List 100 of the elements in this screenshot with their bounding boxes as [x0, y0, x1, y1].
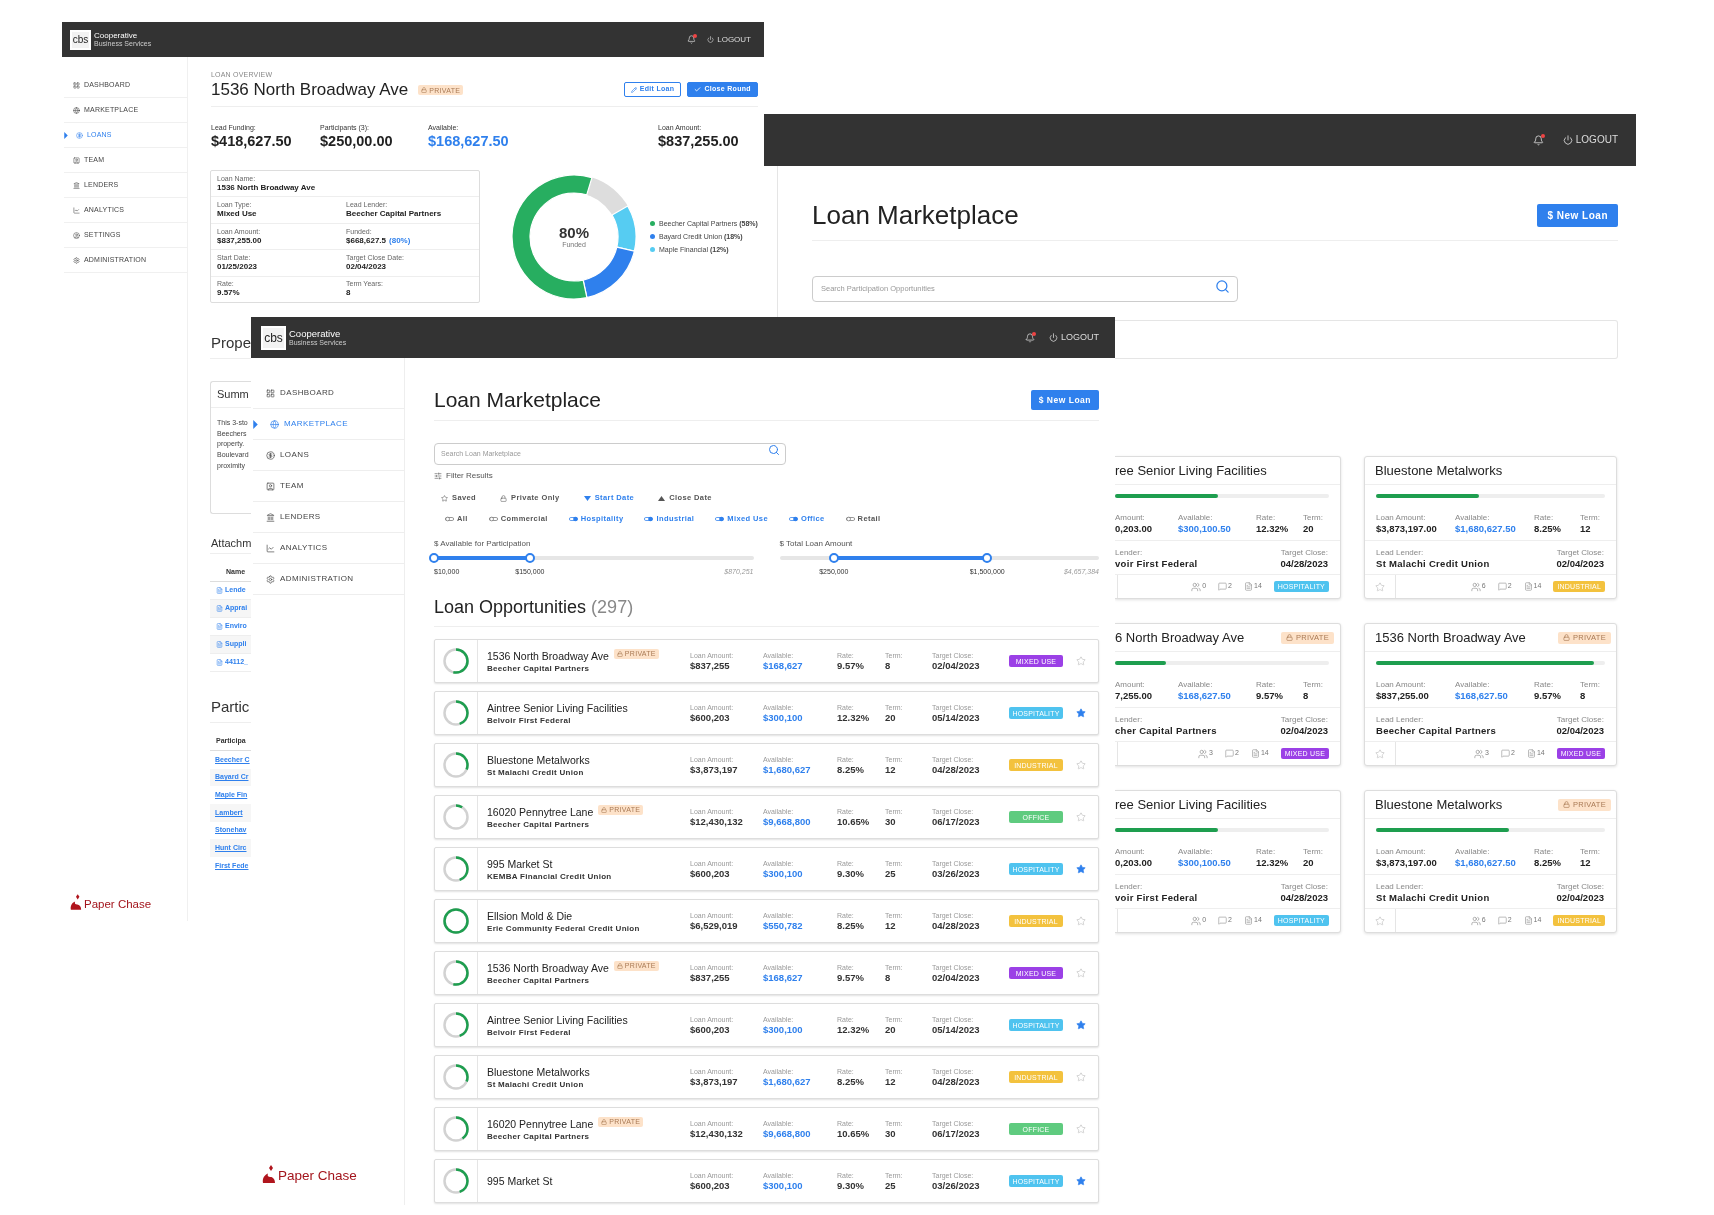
- field-value: 9.30%: [837, 867, 865, 880]
- field-value: $300,100: [763, 1023, 804, 1036]
- star-icon[interactable]: [1075, 1176, 1086, 1186]
- field-value: voir First Federal: [1115, 892, 1198, 904]
- bell-icon[interactable]: [1025, 332, 1035, 343]
- lender-name: Beecher Capital Partners: [487, 974, 591, 986]
- field-label: Term:: [1580, 513, 1601, 523]
- field-label: Loan Amount:: [1376, 513, 1427, 523]
- star-icon[interactable]: [1075, 864, 1086, 874]
- nav-item[interactable]: MARKETPLACE: [266, 418, 348, 430]
- star-icon[interactable]: [1075, 708, 1086, 718]
- field-value: $837,255.00: [1376, 690, 1430, 702]
- power-icon: [1562, 135, 1573, 145]
- toggle-icon[interactable]: [788, 516, 798, 522]
- loan-title: 995 Market St: [487, 856, 553, 871]
- field-value: 12.32%: [837, 711, 871, 724]
- field-label: Loan Amount:: [1376, 680, 1427, 690]
- slider-thumb[interactable]: [524, 553, 535, 563]
- slider-thumb[interactable]: [982, 553, 993, 563]
- field-value: 03/26/2023: [932, 1179, 981, 1192]
- grid-icon: [73, 81, 80, 89]
- nav-item[interactable]: LENDERS: [266, 511, 321, 523]
- field-label: Available:: [1178, 680, 1214, 690]
- nav-item[interactable]: ADMINISTRATION: [266, 573, 354, 585]
- field-value: $837,255: [690, 971, 731, 984]
- field-value: $168,627.50: [1455, 690, 1509, 702]
- lender-name: Beecher Capital Partners: [487, 1130, 591, 1142]
- file-icon: [1250, 749, 1260, 758]
- star-icon[interactable]: [1075, 1020, 1086, 1030]
- field-value: 12: [885, 1075, 897, 1088]
- slider-thumb[interactable]: [828, 553, 839, 563]
- toggle-icon[interactable]: [568, 516, 578, 522]
- field-value: 04/28/2023: [1280, 558, 1328, 570]
- logout-button[interactable]: LOGOUT: [1562, 135, 1618, 145]
- nav-item[interactable]: TEAM: [266, 480, 304, 492]
- field-value: Mixed Use: [217, 209, 258, 220]
- field-value: Beecher Capital Partners: [1376, 725, 1497, 737]
- toggle-icon[interactable]: [845, 516, 855, 522]
- field-value: 8.25%: [837, 1075, 865, 1088]
- field-value: 8.25%: [837, 919, 865, 932]
- range-label: $ Available for Participation: [434, 538, 532, 550]
- triangle-down-icon: [583, 494, 591, 502]
- loan-title: Ellsion Mold & Die: [487, 908, 573, 923]
- star-icon[interactable]: [1075, 812, 1086, 822]
- search-icon[interactable]: [768, 444, 780, 456]
- loan-title: 1536 North Broadway Ave: [487, 648, 609, 663]
- nav-item[interactable]: ANALYTICS: [266, 542, 328, 554]
- field-value: 20: [885, 1023, 897, 1036]
- field-value: 02/04/2023: [1280, 725, 1328, 737]
- star-icon[interactable]: [1375, 915, 1385, 926]
- field-value: $300,100.50: [1178, 857, 1232, 869]
- new-loan-button[interactable]: $ New Loan: [1537, 203, 1618, 227]
- field-label: Term:: [1580, 680, 1601, 690]
- field-value: 02/04/2023: [1556, 892, 1604, 904]
- search-icon[interactable]: [1215, 279, 1230, 294]
- toggle-icon[interactable]: [488, 516, 498, 522]
- field-value: 1536 North Broadway Ave: [217, 182, 317, 193]
- bell-icon[interactable]: [687, 35, 697, 44]
- settings-icon: [266, 574, 275, 584]
- field-value: 04/28/2023: [932, 763, 981, 776]
- field-value: 8: [885, 971, 892, 984]
- star-icon[interactable]: [1375, 748, 1385, 759]
- lock-icon: [500, 494, 508, 502]
- field-value: 25: [885, 867, 897, 880]
- nav-item[interactable]: LOANS: [266, 449, 310, 461]
- field-label: Target Close:: [1556, 882, 1604, 892]
- nav-item[interactable]: DASHBOARD: [266, 387, 335, 399]
- comment-icon: [1497, 582, 1507, 591]
- lender-name: KEMBA Financial Credit Union: [487, 870, 613, 882]
- section-title: Loan Opportunities: [434, 596, 587, 619]
- toggle-icon[interactable]: [715, 516, 725, 522]
- field-value: 25: [885, 1179, 897, 1192]
- field-value: 05/14/2023: [932, 711, 981, 724]
- field-value: 03/26/2023: [932, 867, 981, 880]
- toggle-icon[interactable]: [644, 516, 654, 522]
- lender-name: St Malachi Credit Union: [487, 766, 585, 778]
- slider-thumb[interactable]: [429, 553, 439, 563]
- star-icon[interactable]: [1075, 916, 1086, 926]
- star-icon[interactable]: [1075, 968, 1086, 978]
- star-icon[interactable]: [1375, 581, 1385, 592]
- field-value: cher Capital Partners: [1115, 725, 1217, 737]
- lender-name: St Malachi Credit Union: [487, 1078, 585, 1090]
- toggle-icon[interactable]: [445, 516, 454, 522]
- lock-icon: [1562, 801, 1570, 808]
- loan-title: Aintree Senior Living Facilities: [487, 700, 628, 715]
- bell-icon[interactable]: [1532, 134, 1544, 146]
- stat-value: $837,255.00: [658, 132, 739, 150]
- field-value: $300,100.50: [1178, 523, 1232, 535]
- logout-button[interactable]: LOGOUT: [707, 35, 751, 44]
- field-value: $300,100: [763, 711, 804, 724]
- logout-button[interactable]: LOGOUT: [1049, 333, 1099, 342]
- star-icon[interactable]: [1075, 1072, 1086, 1082]
- funded-percent: 80%: [559, 224, 589, 241]
- range-slider-track[interactable]: [779, 556, 1099, 560]
- star-icon[interactable]: [1075, 760, 1086, 770]
- star-icon[interactable]: [1075, 656, 1086, 666]
- result-count: (297): [591, 596, 634, 619]
- new-loan-button[interactable]: $ New Loan: [1030, 390, 1099, 410]
- star-icon[interactable]: [1075, 1124, 1086, 1134]
- field-value: $837,255: [690, 659, 731, 672]
